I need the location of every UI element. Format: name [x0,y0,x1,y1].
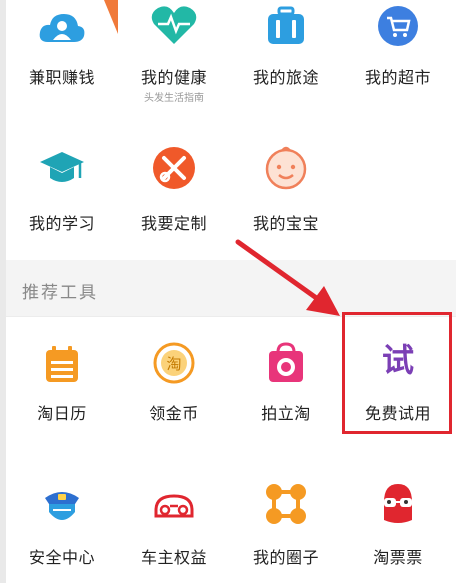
annotation-arrow [235,239,340,316]
grid-item-label: 领金币 [149,404,199,423]
grid-item-label: 车主权益 [140,548,207,567]
grid-item-my-circle[interactable]: 我的圈子 [230,466,342,583]
grid-item-label: 我的圈子 [252,548,319,567]
graduation-cap-icon [40,152,84,182]
section-title: 推荐工具 [22,283,98,303]
grid-item-part-time[interactable]: 兼职赚钱 [6,0,118,130]
row-recommended-tools-2: 安全中心 车主权益 我的圈子 淘票票 [6,466,456,583]
grid-item-sublabel: 头发生活指南 [144,93,204,104]
grid-item-supermarket[interactable]: 我的超市 [342,0,454,130]
grid-item-label: 我要定制 [140,214,207,233]
grid-item-car-owner[interactable]: 车主权益 [118,466,230,583]
grid-item-label: 兼职赚钱 [28,68,95,87]
cart-icon [378,6,418,46]
grid-item-label: 安全中心 [28,548,95,567]
grid-item-label: 我的旅途 [252,68,319,87]
grid-item-photo-search[interactable]: 拍立淘 [230,316,342,466]
highlight-box [342,312,452,434]
glasses-mascot-icon [384,484,412,523]
grid-item-travel[interactable]: 我的旅途 [230,0,342,130]
heart-pulse-icon [151,6,197,45]
grid-item-health[interactable]: 我的健康 头发生活指南 [118,0,230,130]
grid-item-label: 我的健康 [140,68,207,87]
scissors-pencil-icon [153,147,195,189]
grid-item-label: 淘日历 [37,404,87,423]
grid-item-label: 我的超市 [364,68,431,87]
grid-item-customize[interactable]: 我要定制 [118,130,230,260]
corner-badge-icon [104,0,118,34]
baby-face-icon [265,146,307,190]
security-guard-icon [45,492,79,520]
calendar-icon [46,346,78,382]
car-icon [154,494,194,518]
grid-item-label: 拍立淘 [261,404,311,423]
grid-item-label: 我的宝宝 [252,214,319,233]
grid-item-taobao-calendar[interactable]: 淘日历 [6,316,118,466]
grid-item-study[interactable]: 我的学习 [6,130,118,260]
grid-item-gold-coin[interactable]: 淘 领金币 [118,316,230,466]
camera-bag-icon [269,342,303,382]
svg-text:淘: 淘 [166,355,181,373]
grid-item-label: 我的学习 [28,214,95,233]
row-personal-services-1: 兼职赚钱 我的健康 头发生活指南 我的旅途 我的超市 [6,0,456,130]
grid-item-security-center[interactable]: 安全中心 [6,466,118,583]
circle-network-icon [266,484,306,524]
grid-item-taopiaopiao[interactable]: 淘票票 [342,466,454,583]
luggage-icon [268,6,304,44]
cloud-person-icon [39,14,85,42]
grid-item-label: 淘票票 [373,548,423,567]
gold-coin-icon: 淘 [153,342,195,384]
